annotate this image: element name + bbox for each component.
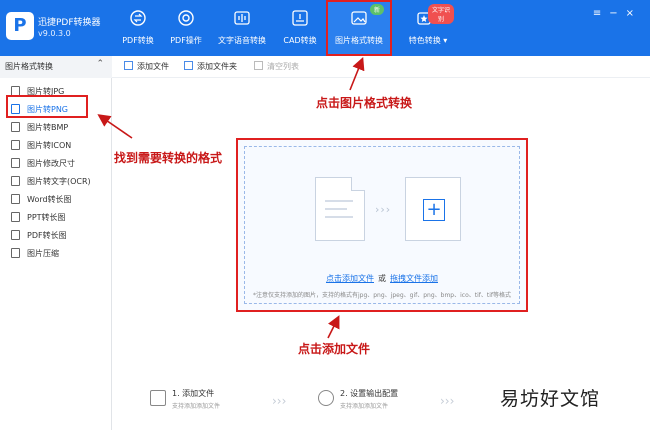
nav-image-format[interactable]: 图片格式转换 新	[326, 0, 392, 56]
add-folder-button[interactable]: 添加文件夹	[184, 61, 237, 72]
nav-label: 特色转换 ▾	[398, 35, 458, 46]
add-file-button[interactable]: 添加文件	[124, 61, 169, 72]
app-name: 迅捷PDF转换器	[38, 18, 101, 28]
nav-label: 图片格式转换	[335, 36, 383, 45]
app-version: v9.0.3.0	[38, 29, 71, 38]
image-file-icon	[11, 122, 20, 132]
document-icon	[11, 230, 20, 240]
chevron-up-icon: ⌃	[96, 59, 104, 69]
or-text: 或	[378, 274, 386, 283]
annotation-click-add-file: 点击添加文件	[298, 342, 371, 356]
cad-icon	[292, 10, 308, 26]
nav-special-text: 特色转换	[408, 36, 441, 45]
sidebar-item-label: 图片转BMP	[27, 123, 69, 132]
sidebar-item-label: PPT转长图	[27, 213, 66, 222]
image-file-icon	[11, 140, 20, 150]
sidebar-item-pdf-long[interactable]: PDF转长图	[0, 226, 112, 244]
sidebar-item-label: PDF转长图	[27, 231, 67, 240]
settings-icon	[318, 390, 334, 406]
doc-fold	[351, 177, 365, 191]
nav-label: 文字语音转换	[218, 36, 266, 45]
format-hint: *注意仅支持添加的图片，支持的格式有jpg、png、jpeg、gif、png、b…	[252, 292, 512, 299]
selection-highlight	[6, 95, 88, 118]
click-add-link[interactable]: 点击添加文件	[326, 274, 374, 283]
add-folder-label: 添加文件夹	[197, 62, 237, 71]
step-subtitle: 支持添加添加文件	[340, 403, 389, 410]
sidebar-item-ocr[interactable]: 图片转文字(OCR)	[0, 172, 112, 190]
trash-icon	[254, 61, 263, 70]
logo-mark: P	[13, 15, 27, 36]
resize-icon	[11, 158, 20, 168]
step-subtitle: 支持添加添加文件	[172, 403, 221, 410]
sidebar-item-label: Word转长图	[27, 195, 72, 204]
document-icon	[11, 212, 20, 222]
drop-zone[interactable]: ››› + 点击添加文件或拖拽文件添加 *注意仅支持添加的图片，支持的格式有jp…	[244, 146, 520, 304]
step-arrow-icon: ›››	[440, 394, 455, 408]
nav-pdf-ops[interactable]: PDF操作	[156, 0, 216, 56]
step-arrow-icon: ›››	[272, 394, 287, 408]
top-bar: P 迅捷PDF转换器 v9.0.3.0 PDF转换 PDF操作 文字语音转换 C…	[0, 0, 650, 56]
window-controls: ≡−×	[593, 8, 642, 19]
sidebar-item-label: 图片转ICON	[27, 141, 72, 150]
plus-icon: +	[423, 199, 445, 221]
drop-prompt: 点击添加文件或拖拽文件添加	[245, 273, 519, 284]
chevron-down-icon: ▾	[443, 36, 448, 45]
step-title: 1. 添加文件	[172, 389, 215, 398]
sidebar-item-label: 图片修改尺寸	[27, 159, 75, 168]
toolbar: 添加文件 添加文件夹 清空列表	[112, 56, 650, 78]
ocr-badge: 文字识别	[428, 4, 454, 24]
nav-label: CAD转换	[283, 36, 317, 45]
doc-line	[325, 200, 353, 202]
nav-label: PDF操作	[170, 36, 202, 45]
sidebar-item-ppt-long[interactable]: PPT转长图	[0, 208, 112, 226]
step-title: 2. 设置输出配置	[340, 389, 399, 398]
sidebar-item-label: 图片压缩	[27, 249, 59, 258]
sidebar-item-bmp[interactable]: 图片转BMP	[0, 118, 112, 136]
target-icon	[178, 10, 194, 26]
clear-list-button[interactable]: 清空列表	[254, 61, 299, 72]
doc-line	[325, 216, 353, 218]
new-badge: 新	[370, 4, 385, 15]
image-icon	[351, 11, 367, 25]
add-file-label: 添加文件	[137, 62, 169, 71]
app-logo: P	[6, 12, 34, 40]
nav-text-speech[interactable]: 文字语音转换	[212, 0, 272, 56]
add-card[interactable]: +	[405, 177, 461, 241]
sidebar-item-compress[interactable]: 图片压缩	[0, 244, 112, 262]
doc-line	[325, 208, 347, 210]
compress-icon	[11, 248, 20, 258]
sidebar-header[interactable]: 图片格式转换 ⌃	[0, 56, 112, 78]
sidebar-item-word-long[interactable]: Word转长图	[0, 190, 112, 208]
chevrons-right-icon: ›››	[375, 203, 392, 216]
nav-special[interactable]: 特色转换 ▾ 文字识别	[394, 0, 454, 56]
audio-icon	[234, 11, 250, 25]
clear-list-label: 清空列表	[267, 62, 299, 71]
minimize-icon[interactable]: −	[609, 8, 625, 19]
nav-cad[interactable]: CAD转换	[270, 0, 330, 56]
sidebar-item-icon[interactable]: 图片转ICON	[0, 136, 112, 154]
sidebar-item-label: 图片转文字(OCR)	[27, 177, 91, 186]
annotation-find-format: 找到需要转换的格式	[114, 151, 223, 165]
add-folder-icon	[184, 61, 193, 70]
drop-zone-highlight: ››› + 点击添加文件或拖拽文件添加 *注意仅支持添加的图片，支持的格式有jp…	[236, 138, 528, 312]
drag-add-link[interactable]: 拖拽文件添加	[390, 274, 438, 283]
menu-icon[interactable]: ≡	[593, 8, 609, 19]
annotation-click-image-format: 点击图片格式转换	[316, 96, 413, 110]
ocr-icon	[11, 176, 20, 186]
document-icon	[315, 177, 365, 241]
watermark: 易坊好文馆	[500, 388, 601, 410]
document-icon	[11, 194, 20, 204]
upload-icon	[150, 390, 166, 406]
swap-icon	[130, 10, 146, 26]
sidebar-item-resize[interactable]: 图片修改尺寸	[0, 154, 112, 172]
add-file-icon	[124, 61, 133, 70]
arrow-to-drop	[327, 315, 340, 339]
sidebar-header-label: 图片格式转换	[5, 62, 53, 71]
close-icon[interactable]: ×	[626, 8, 642, 19]
